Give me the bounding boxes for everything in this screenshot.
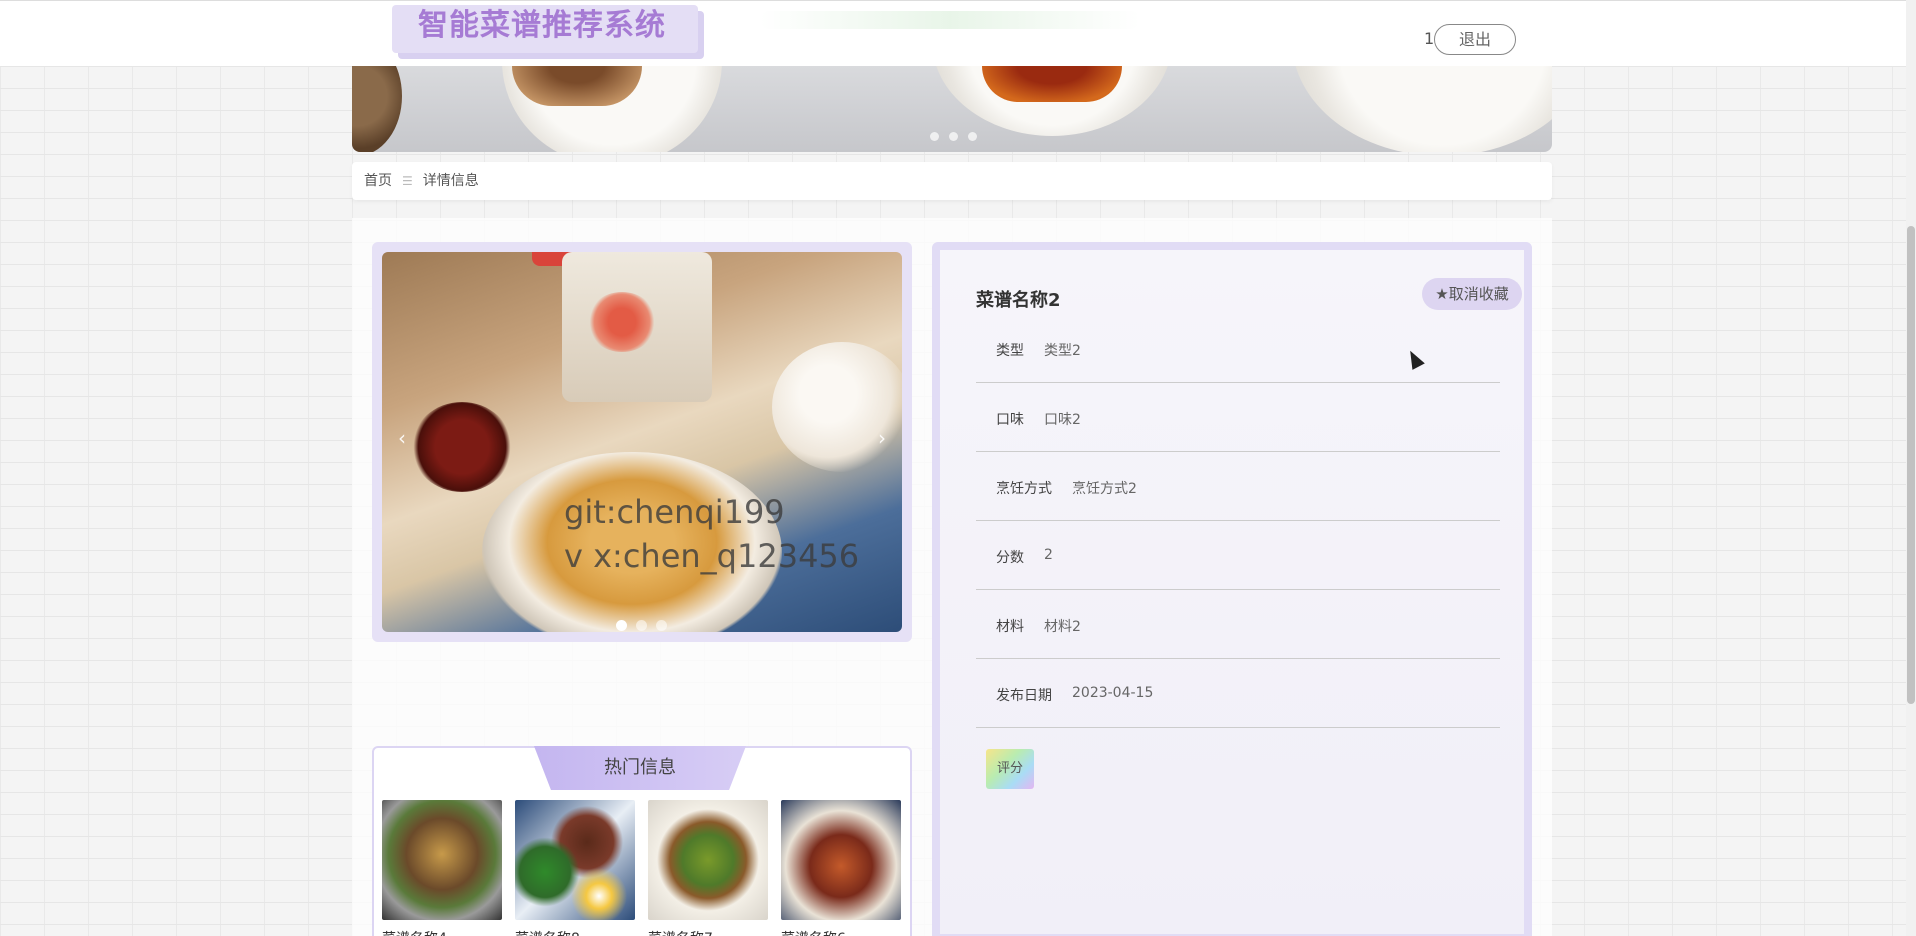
logout-button[interactable]: 退出 — [1434, 24, 1516, 55]
carousel-photo-detail — [587, 292, 657, 352]
banner-plate — [1292, 66, 1552, 152]
info-row-type: 类型 类型2 — [976, 314, 1500, 383]
breadcrumb-current: 详情信息 — [422, 173, 479, 189]
info-row-taste: 口味 口味2 — [976, 383, 1500, 452]
hot-item[interactable]: 菜谱名称4 — [382, 800, 502, 936]
recipe-detail-panel: 菜谱名称2 ★取消收藏 类型 类型2 口味 口味2 烹饪方式 烹饪方式2 分数 … — [932, 242, 1532, 936]
info-value: 烹饪方式2 — [1072, 481, 1137, 497]
banner-food — [512, 66, 642, 106]
image-gallery: git:chenqi199 v x:chen_q123456 ‹ › — [372, 242, 912, 642]
site-title: 智能菜谱推荐系统 — [418, 8, 666, 43]
info-row-cooking-method: 烹饪方式 烹饪方式2 — [976, 452, 1500, 521]
top-banner — [352, 66, 1552, 152]
banner-dot[interactable] — [930, 132, 939, 141]
carousel-photo-detail — [412, 402, 512, 492]
info-value: 2 — [1044, 547, 1053, 563]
carousel-dot[interactable] — [656, 620, 667, 631]
info-row-publish-date: 发布日期 2023-04-15 — [976, 659, 1500, 728]
banner-indicators — [930, 126, 987, 145]
info-value: 2023-04-15 — [1072, 685, 1154, 701]
banner-plate — [352, 66, 402, 152]
watermark-line: git:chenqi199 — [564, 493, 785, 531]
header-decoration — [760, 11, 1140, 29]
image-carousel[interactable]: git:chenqi199 v x:chen_q123456 ‹ › — [382, 252, 902, 632]
site-logo: 智能菜谱推荐系统 — [392, 5, 698, 53]
carousel-photo-detail — [772, 342, 902, 472]
info-row-ingredients: 材料 材料2 — [976, 590, 1500, 659]
unfavorite-button[interactable]: ★取消收藏 — [1422, 278, 1522, 310]
breadcrumb: 首页 ☰ 详情信息 — [352, 162, 1552, 200]
hot-info-title: 热门信息 — [534, 746, 746, 790]
hot-item-name[interactable]: 菜谱名称6 — [781, 928, 901, 936]
info-label: 发布日期 — [996, 688, 1052, 704]
carousel-next-icon[interactable]: › — [878, 428, 886, 448]
info-value: 口味2 — [1044, 412, 1081, 428]
info-row-score: 分数 2 — [976, 521, 1500, 590]
hot-item-image[interactable] — [781, 800, 901, 920]
info-label: 口味 — [996, 412, 1024, 428]
hot-item[interactable]: 菜谱名称8 — [515, 800, 635, 936]
info-label: 分数 — [996, 550, 1024, 566]
banner-food — [982, 66, 1122, 102]
hot-item-image[interactable] — [382, 800, 502, 920]
hot-item-name[interactable]: 菜谱名称7 — [648, 928, 768, 936]
hot-item[interactable]: 菜谱名称7 — [648, 800, 768, 936]
top-navbar: 智能菜谱推荐系统 1 退出 — [0, 0, 1906, 66]
carousel-indicators — [616, 616, 676, 632]
info-label: 材料 — [996, 619, 1024, 635]
hot-item-name[interactable]: 菜谱名称4 — [382, 928, 502, 936]
breadcrumb-home[interactable]: 首页 — [364, 173, 392, 189]
hot-info-panel: 热门信息 菜谱名称4 菜谱名称8 菜谱名称7 菜谱名称6 — [372, 746, 912, 936]
scrollbar-thumb[interactable] — [1907, 226, 1915, 704]
carousel-dot[interactable] — [616, 620, 627, 631]
hot-item-image[interactable] — [515, 800, 635, 920]
banner-dot[interactable] — [968, 132, 977, 141]
carousel-prev-icon[interactable]: ‹ — [398, 428, 406, 448]
info-value: 类型2 — [1044, 343, 1081, 359]
hot-item-image[interactable] — [648, 800, 768, 920]
watermark-line: v x:chen_q123456 — [564, 537, 860, 575]
info-value: 材料2 — [1044, 619, 1081, 635]
hot-item-name[interactable]: 菜谱名称8 — [515, 928, 635, 936]
info-label: 类型 — [996, 343, 1024, 359]
info-label: 烹饪方式 — [996, 481, 1052, 497]
carousel-dot[interactable] — [636, 620, 647, 631]
image-watermark: git:chenqi199 v x:chen_q123456 — [564, 490, 859, 578]
rate-button[interactable]: 评分 — [986, 749, 1034, 789]
recipe-title: 菜谱名称2 — [976, 290, 1061, 311]
user-name: 1 — [1424, 29, 1435, 48]
hot-item[interactable]: 菜谱名称6 — [781, 800, 901, 936]
banner-dot[interactable] — [949, 132, 958, 141]
breadcrumb-separator: ☰ — [402, 174, 413, 188]
